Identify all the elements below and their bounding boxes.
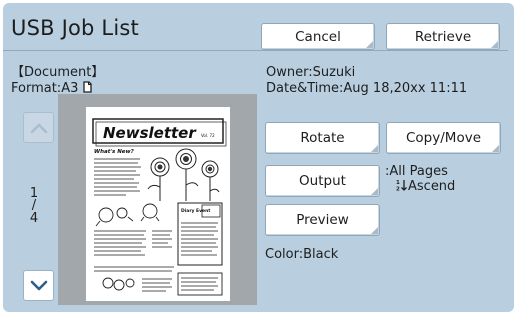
page-range-text: :All Pages — [385, 164, 448, 179]
retrieve-button[interactable]: Retrieve — [386, 23, 500, 50]
copy-move-button-label: Copy/Move — [406, 130, 481, 146]
svg-text:1: 1 — [396, 180, 400, 186]
sort-ascending-icon: 1 2 — [396, 180, 407, 193]
datetime-text: Date&Time:Aug 18,20xx 11:11 — [266, 81, 468, 96]
button-corner-decoration — [492, 145, 499, 152]
page-preview-image: Newsletter Vol. 72 What's New? Diary Eve… — [86, 107, 230, 301]
output-button[interactable]: Output — [265, 165, 380, 197]
newsletter-headline: What's New? — [94, 149, 135, 155]
total-pages: 4 — [29, 211, 39, 226]
color-text: Color:Black — [265, 247, 339, 262]
diary-box-title: Diary Event — [181, 208, 211, 214]
page-down-button[interactable] — [23, 270, 54, 301]
order-text: Ascend — [408, 179, 456, 194]
preview-button-label: Preview — [296, 212, 349, 228]
svg-text:2: 2 — [396, 187, 400, 192]
chevron-down-icon — [30, 280, 47, 290]
button-corner-decoration — [366, 41, 373, 48]
newsletter-volume: Vol. 72 — [201, 133, 215, 138]
order-row: 1 2 Ascend — [385, 179, 455, 194]
document-info: 【Document】 Format:A3 — [11, 65, 104, 97]
format-prefix: Format: — [11, 81, 62, 96]
owner-text: Owner:Suzuki — [266, 65, 356, 80]
newsletter-preview-graphic: Newsletter Vol. 72 What's New? Diary Eve… — [92, 118, 227, 296]
output-button-label: Output — [299, 173, 346, 189]
button-corner-decoration — [371, 188, 378, 195]
chevron-up-icon — [30, 123, 47, 133]
retrieve-button-label: Retrieve — [414, 28, 472, 45]
page-up-button[interactable] — [23, 112, 54, 143]
newsletter-title: Newsletter — [103, 124, 197, 142]
job-meta: Owner:Suzuki Date&Time:Aug 18,20xx 11:11 — [266, 65, 467, 97]
cancel-button[interactable]: Cancel — [261, 23, 375, 50]
rotate-button-label: Rotate — [300, 130, 345, 146]
rotate-button[interactable]: Rotate — [265, 122, 380, 154]
portrait-page-icon — [82, 81, 92, 93]
button-corner-decoration — [371, 145, 378, 152]
copy-move-button[interactable]: Copy/Move — [386, 122, 501, 154]
button-corner-decoration — [491, 41, 498, 48]
output-settings: :All Pages 1 2 Ascend — [385, 164, 455, 194]
header-divider — [3, 50, 508, 51]
preview-button[interactable]: Preview — [265, 204, 380, 236]
cancel-button-label: Cancel — [295, 28, 341, 45]
button-corner-decoration — [371, 227, 378, 234]
page-title: USB Job List — [11, 16, 139, 40]
document-heading: 【Document】 — [11, 65, 105, 80]
